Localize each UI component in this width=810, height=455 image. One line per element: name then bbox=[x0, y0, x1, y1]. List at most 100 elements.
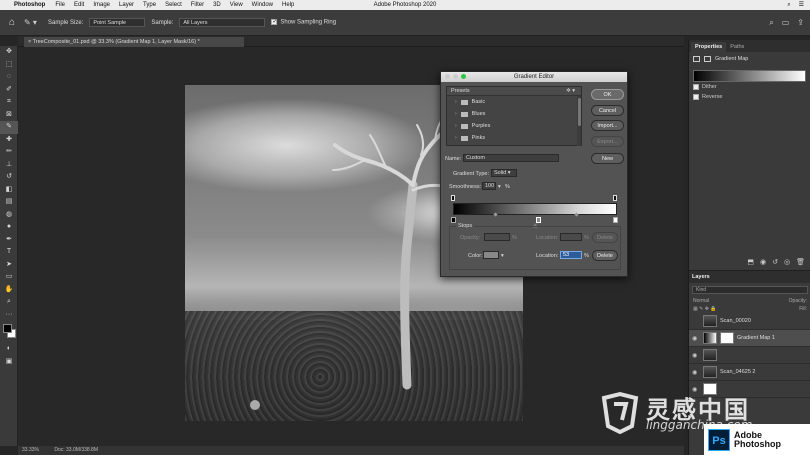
move-tool-icon[interactable]: ✥ bbox=[0, 46, 18, 59]
zoom-window-icon[interactable] bbox=[461, 74, 466, 79]
stop-opacity-input[interactable] bbox=[484, 233, 510, 241]
clip-icon[interactable]: ⬒ bbox=[747, 258, 754, 270]
stop-location-input[interactable]: 53 bbox=[560, 251, 582, 259]
gradient-tool-icon[interactable]: ▤ bbox=[0, 196, 18, 209]
chevron-right-icon[interactable]: › bbox=[455, 120, 457, 132]
checkbox-icon[interactable] bbox=[271, 18, 277, 26]
menu-select[interactable]: Select bbox=[165, 2, 182, 8]
eye-icon[interactable]: ◉ bbox=[692, 369, 700, 376]
smoothness-stepper-icon[interactable]: ▾ bbox=[498, 184, 501, 190]
search-icon[interactable]: ⌕ bbox=[787, 0, 790, 10]
menu-3d[interactable]: 3D bbox=[213, 2, 221, 8]
import-button[interactable]: Import... bbox=[591, 120, 624, 131]
shape-tool-icon[interactable]: ▭ bbox=[0, 271, 18, 284]
zoom-tool-icon[interactable]: ⌕ bbox=[0, 296, 18, 309]
brush-tool-icon[interactable]: ✏ bbox=[0, 146, 18, 159]
layers-header[interactable]: Layers bbox=[689, 271, 810, 283]
lock-icons[interactable]: ▦ ✎ ✥ 🔒 bbox=[693, 306, 717, 312]
menu-list-icon[interactable]: ☰ bbox=[799, 0, 804, 10]
home-icon[interactable]: ⌂ bbox=[6, 17, 18, 29]
crop-tool-icon[interactable]: ⌗ bbox=[0, 96, 18, 109]
chevron-right-icon[interactable]: › bbox=[455, 108, 457, 120]
dither-option[interactable]: Dither bbox=[689, 82, 810, 92]
preset-folder-blues[interactable]: › Blues bbox=[447, 108, 581, 120]
opacity-location-input[interactable] bbox=[560, 233, 582, 241]
layer-row[interactable]: Scan_00020 bbox=[689, 313, 810, 330]
type-tool-icon[interactable]: T bbox=[0, 246, 18, 259]
checkbox-icon[interactable] bbox=[693, 94, 699, 100]
history-brush-icon[interactable]: ↺ bbox=[0, 171, 18, 184]
gear-icon[interactable]: ✲ ▾ bbox=[566, 87, 575, 96]
quick-select-tool-icon[interactable]: ✐ bbox=[0, 84, 18, 97]
checkbox-icon[interactable] bbox=[693, 84, 699, 90]
chevron-down-icon[interactable]: ▾ bbox=[501, 253, 504, 259]
menu-help[interactable]: Help bbox=[282, 2, 294, 8]
workspace-icon[interactable]: ▭ bbox=[782, 18, 790, 28]
layer-row[interactable]: ◉ bbox=[689, 381, 810, 398]
midpoint-diamond[interactable] bbox=[574, 212, 579, 217]
menu-file[interactable]: File bbox=[55, 2, 65, 8]
document-tab[interactable]: × TreeComposite_01.psd @ 33.3% (Gradient… bbox=[24, 37, 244, 47]
eraser-tool-icon[interactable]: ◧ bbox=[0, 184, 18, 197]
preset-folder-purples[interactable]: › Purples bbox=[447, 120, 581, 132]
sample-size-select[interactable]: Point Sample bbox=[89, 18, 146, 27]
presets-header[interactable]: Presets ✲ ▾ bbox=[447, 87, 581, 96]
midpoint-diamond[interactable] bbox=[493, 212, 498, 217]
tab-properties[interactable]: Properties bbox=[691, 42, 727, 52]
dodge-tool-icon[interactable]: ● bbox=[0, 221, 18, 234]
opacity-label[interactable]: Opacity: bbox=[789, 298, 807, 304]
search-icon[interactable]: ⌕ bbox=[769, 18, 773, 28]
share-icon[interactable]: ⇪ bbox=[797, 18, 804, 28]
opacity-delete-button[interactable]: Delete bbox=[592, 232, 618, 243]
stop-color-swatch[interactable] bbox=[483, 251, 499, 259]
eye-icon[interactable]: ◉ bbox=[692, 352, 700, 359]
eyedropper-icon[interactable]: ✎ ▾ bbox=[24, 18, 42, 27]
pen-tool-icon[interactable]: ✒ bbox=[0, 234, 18, 247]
layer-row[interactable]: ◉ Gradient Map 1 bbox=[689, 330, 810, 347]
menu-filter[interactable]: Filter bbox=[191, 2, 204, 8]
ok-button[interactable]: OK bbox=[591, 89, 624, 100]
more-tools-icon[interactable]: ··· bbox=[0, 309, 18, 322]
blur-tool-icon[interactable]: ◍ bbox=[0, 209, 18, 222]
close-window-icon[interactable] bbox=[445, 74, 450, 79]
marquee-tool-icon[interactable]: ⬚ bbox=[0, 59, 18, 72]
blend-mode-select[interactable]: Normal bbox=[693, 298, 709, 304]
new-button[interactable]: New bbox=[591, 153, 624, 164]
delete-button[interactable]: Delete bbox=[592, 250, 618, 261]
menu-edit[interactable]: Edit bbox=[74, 2, 84, 8]
lasso-tool-icon[interactable]: ◌ bbox=[0, 71, 18, 84]
screen-mode-icon[interactable]: ▣ bbox=[0, 356, 18, 369]
show-sampling-ring-toggle[interactable]: Show Sampling Ring bbox=[271, 18, 336, 26]
chevron-right-icon[interactable]: › bbox=[455, 96, 457, 108]
trash-icon[interactable]: 🗑 bbox=[796, 258, 805, 270]
opacity-stop-right[interactable] bbox=[613, 195, 617, 201]
dialog-titlebar[interactable]: Gradient Editor bbox=[441, 72, 627, 82]
visibility-icon[interactable]: ◎ bbox=[784, 258, 790, 270]
quick-mask-icon[interactable]: ◐ bbox=[0, 343, 18, 356]
menu-type[interactable]: Type bbox=[143, 2, 156, 8]
eye-icon[interactable]: ◉ bbox=[692, 386, 700, 393]
menu-window[interactable]: Window bbox=[252, 2, 273, 8]
eye-icon[interactable]: ◉ bbox=[692, 335, 700, 342]
layer-row[interactable]: ◉ bbox=[689, 347, 810, 364]
doc-size[interactable]: Doc: 33.0M/338.8M bbox=[54, 447, 98, 453]
hand-tool-icon[interactable]: ✋ bbox=[0, 284, 18, 297]
menu-layer[interactable]: Layer bbox=[119, 2, 134, 8]
sample-select[interactable]: All Layers bbox=[179, 18, 266, 27]
minimize-window-icon[interactable] bbox=[453, 74, 458, 79]
preset-folder-basic[interactable]: › Basic bbox=[447, 96, 581, 108]
preset-folder-pinks[interactable]: › Pinks bbox=[447, 132, 581, 144]
menu-image[interactable]: Image bbox=[93, 2, 110, 8]
path-select-tool-icon[interactable]: ➤ bbox=[0, 259, 18, 272]
layer-filter-input[interactable]: Kind bbox=[692, 286, 808, 294]
mask-icon[interactable] bbox=[704, 56, 711, 62]
menu-view[interactable]: View bbox=[230, 2, 243, 8]
smoothness-input[interactable]: 100 bbox=[482, 182, 496, 190]
export-button[interactable]: Export... bbox=[591, 136, 624, 147]
previous-state-icon[interactable]: ◉ bbox=[760, 258, 766, 270]
fill-label[interactable]: Fill: bbox=[799, 306, 807, 312]
eyedropper-tool-icon[interactable]: ✎ bbox=[0, 121, 18, 134]
color-stop-white[interactable] bbox=[613, 217, 618, 223]
stamp-tool-icon[interactable]: ⊥ bbox=[0, 159, 18, 172]
frame-tool-icon[interactable]: ⊠ bbox=[0, 109, 18, 122]
